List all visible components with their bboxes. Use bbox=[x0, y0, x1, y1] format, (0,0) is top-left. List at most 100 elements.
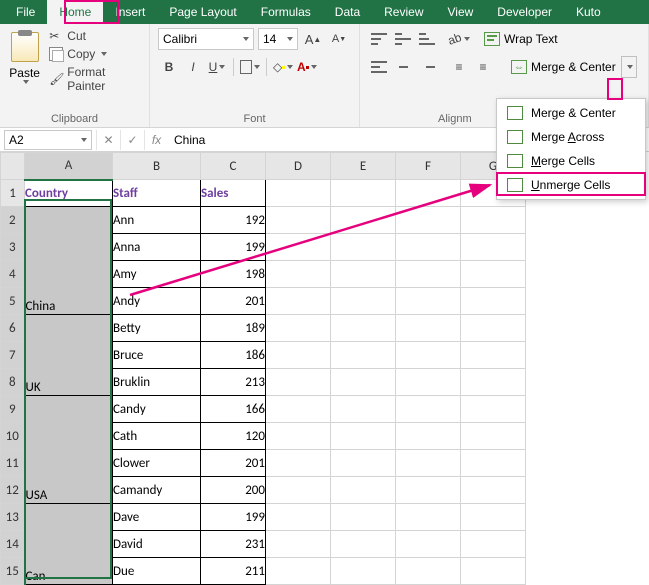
align-right-button[interactable] bbox=[416, 56, 438, 78]
tab-formulas[interactable]: Formulas bbox=[249, 0, 323, 24]
copy-button[interactable]: Copy bbox=[47, 46, 141, 62]
row-header-13[interactable]: 13 bbox=[1, 504, 25, 531]
orientation-button[interactable]: ab bbox=[448, 28, 470, 50]
cell-c7[interactable]: 186 bbox=[201, 342, 266, 369]
cell-e6[interactable] bbox=[331, 315, 396, 342]
cell-g9[interactable] bbox=[461, 396, 526, 423]
shrink-font-button[interactable]: A▼ bbox=[328, 28, 350, 50]
chevron-down-icon[interactable] bbox=[23, 80, 29, 84]
cell-c8[interactable]: 213 bbox=[201, 369, 266, 396]
col-header-c[interactable]: C bbox=[201, 153, 266, 180]
cell-e14[interactable] bbox=[331, 531, 396, 558]
worksheet[interactable]: A B C D E F G 1 Country Staff Sales 2 Ch… bbox=[0, 152, 649, 585]
tab-view[interactable]: View bbox=[436, 0, 486, 24]
cell-b10[interactable]: Cath bbox=[113, 423, 201, 450]
cell-e3[interactable] bbox=[331, 234, 396, 261]
cell-f7[interactable] bbox=[396, 342, 461, 369]
tab-developer[interactable]: Developer bbox=[485, 0, 564, 24]
menu-unmerge-cells[interactable]: Unmerge Cells bbox=[497, 173, 645, 197]
font-name-select[interactable]: Calibri bbox=[158, 28, 254, 50]
menu-merge-across[interactable]: Merge Across bbox=[497, 125, 645, 149]
align-top-button[interactable] bbox=[368, 28, 390, 50]
cell-g4[interactable] bbox=[461, 261, 526, 288]
cell-d13[interactable] bbox=[266, 504, 331, 531]
cell-g3[interactable] bbox=[461, 234, 526, 261]
cell-a2-merged-china[interactable]: China bbox=[25, 207, 113, 315]
cell-b11[interactable]: Clower bbox=[113, 450, 201, 477]
row-header-2[interactable]: 2 bbox=[1, 207, 25, 234]
cell-e8[interactable] bbox=[331, 369, 396, 396]
increase-indent-button[interactable]: ≡ bbox=[472, 56, 494, 78]
cell-b9[interactable]: Candy bbox=[113, 396, 201, 423]
cell-d6[interactable] bbox=[266, 315, 331, 342]
row-header-5[interactable]: 5 bbox=[1, 288, 25, 315]
fx-button[interactable]: fx bbox=[144, 130, 168, 150]
cell-c1[interactable]: Sales bbox=[201, 180, 266, 207]
cell-b2[interactable]: Ann bbox=[113, 207, 201, 234]
cell-d12[interactable] bbox=[266, 477, 331, 504]
cell-f6[interactable] bbox=[396, 315, 461, 342]
font-size-select[interactable]: 14 bbox=[258, 28, 298, 50]
row-header-1[interactable]: 1 bbox=[1, 180, 25, 207]
cell-f1[interactable] bbox=[396, 180, 461, 207]
row-header-4[interactable]: 4 bbox=[1, 261, 25, 288]
cell-d14[interactable] bbox=[266, 531, 331, 558]
cell-b7[interactable]: Bruce bbox=[113, 342, 201, 369]
col-header-d[interactable]: D bbox=[266, 153, 331, 180]
cell-d3[interactable] bbox=[266, 234, 331, 261]
cell-a9-merged-usa[interactable]: USA bbox=[25, 396, 113, 504]
col-header-a[interactable]: A bbox=[25, 153, 113, 180]
cell-b13[interactable]: Dave bbox=[113, 504, 201, 531]
cell-b5[interactable]: Andy bbox=[113, 288, 201, 315]
cell-g11[interactable] bbox=[461, 450, 526, 477]
cell-g5[interactable] bbox=[461, 288, 526, 315]
cell-f12[interactable] bbox=[396, 477, 461, 504]
cancel-formula-button[interactable]: ✕ bbox=[96, 130, 120, 150]
tab-home[interactable]: Home bbox=[47, 0, 103, 24]
cut-button[interactable]: Cut bbox=[47, 28, 141, 44]
cell-c9[interactable]: 166 bbox=[201, 396, 266, 423]
cell-e11[interactable] bbox=[331, 450, 396, 477]
cell-d10[interactable] bbox=[266, 423, 331, 450]
cell-c11[interactable]: 201 bbox=[201, 450, 266, 477]
row-header-7[interactable]: 7 bbox=[1, 342, 25, 369]
cell-g8[interactable] bbox=[461, 369, 526, 396]
cell-f14[interactable] bbox=[396, 531, 461, 558]
cell-d8[interactable] bbox=[266, 369, 331, 396]
cell-d5[interactable] bbox=[266, 288, 331, 315]
cell-b1[interactable]: Staff bbox=[113, 180, 201, 207]
confirm-formula-button[interactable]: ✓ bbox=[120, 130, 144, 150]
cell-b15[interactable]: Due bbox=[113, 558, 201, 585]
cell-c10[interactable]: 120 bbox=[201, 423, 266, 450]
bold-button[interactable]: B bbox=[158, 56, 180, 78]
cell-f9[interactable] bbox=[396, 396, 461, 423]
row-header-9[interactable]: 9 bbox=[1, 396, 25, 423]
cell-e10[interactable] bbox=[331, 423, 396, 450]
cell-d9[interactable] bbox=[266, 396, 331, 423]
cell-d15[interactable] bbox=[266, 558, 331, 585]
cell-b14[interactable]: David bbox=[113, 531, 201, 558]
row-header-15[interactable]: 15 bbox=[1, 558, 25, 585]
cell-e5[interactable] bbox=[331, 288, 396, 315]
align-bottom-button[interactable] bbox=[416, 28, 438, 50]
cell-c13[interactable]: 199 bbox=[201, 504, 266, 531]
row-header-3[interactable]: 3 bbox=[1, 234, 25, 261]
cell-e7[interactable] bbox=[331, 342, 396, 369]
merge-center-dropdown[interactable] bbox=[621, 56, 637, 78]
tab-page-layout[interactable]: Page Layout bbox=[157, 0, 248, 24]
row-header-14[interactable]: 14 bbox=[1, 531, 25, 558]
cell-e9[interactable] bbox=[331, 396, 396, 423]
cell-c15[interactable]: 211 bbox=[201, 558, 266, 585]
cell-d7[interactable] bbox=[266, 342, 331, 369]
cell-g6[interactable] bbox=[461, 315, 526, 342]
format-painter-button[interactable]: Format Painter bbox=[47, 64, 141, 94]
cell-g14[interactable] bbox=[461, 531, 526, 558]
cell-e13[interactable] bbox=[331, 504, 396, 531]
col-header-e[interactable]: E bbox=[331, 153, 396, 180]
select-all-corner[interactable] bbox=[1, 153, 25, 180]
row-header-11[interactable]: 11 bbox=[1, 450, 25, 477]
cell-d2[interactable] bbox=[266, 207, 331, 234]
cell-e4[interactable] bbox=[331, 261, 396, 288]
cell-f5[interactable] bbox=[396, 288, 461, 315]
menu-merge-cells[interactable]: Merge Cells bbox=[497, 149, 645, 173]
